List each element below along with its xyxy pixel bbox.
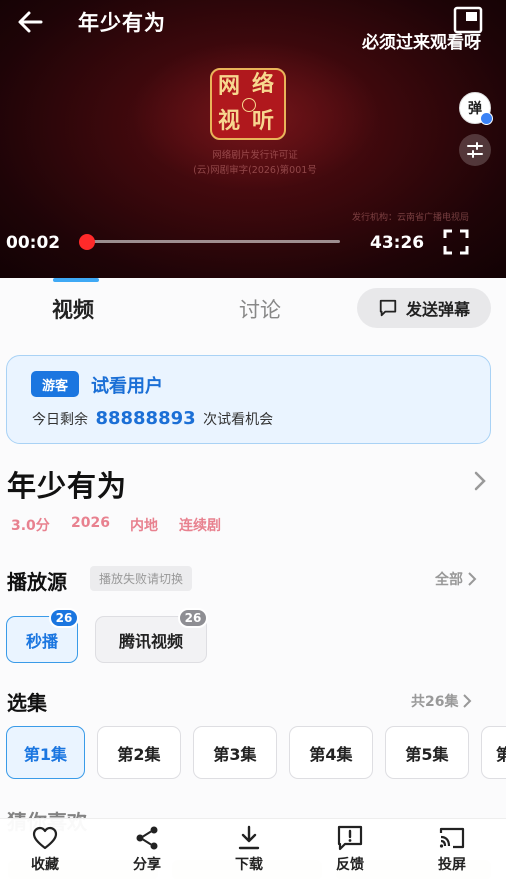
feedback-icon <box>337 825 363 851</box>
total-time: 43:26 <box>370 233 425 253</box>
show-year: 2026 <box>71 515 110 531</box>
source-episode-count-badge: 26 <box>178 608 208 628</box>
episodes-total-link[interactable]: 共26集 <box>411 691 472 711</box>
episode-5[interactable]: 第5集 <box>385 726 469 779</box>
chevron-right-icon <box>463 694 472 708</box>
cast-icon <box>439 827 465 849</box>
cast-button[interactable]: 投屏 <box>422 824 482 874</box>
share-icon <box>136 826 158 850</box>
producer-text: 发行机构：云南省广播电视局 <box>352 213 470 223</box>
comment-icon <box>379 299 397 317</box>
trial-remaining: 今日剩余 88888893 次试看机会 <box>32 408 274 429</box>
download-button[interactable]: 下载 <box>219 824 279 874</box>
logo-play-icon <box>242 98 256 112</box>
network-av-logo: 网 络 视 听 <box>210 68 286 140</box>
guest-title: 试看用户 <box>91 376 163 397</box>
progress-bar[interactable] <box>88 240 340 243</box>
video-title: 年少有为 <box>78 11 166 35</box>
sources-title: 播放源 <box>7 570 67 594</box>
download-icon <box>238 825 260 850</box>
sliders-icon <box>467 142 483 158</box>
tab-video[interactable]: 视频 <box>52 294 94 324</box>
show-title[interactable]: 年少有为 <box>7 463 127 505</box>
show-rating: 3.0分 <box>11 518 50 534</box>
switch-tip: 播放失败请切换 <box>90 566 193 591</box>
favorite-button[interactable]: 收藏 <box>15 824 75 874</box>
license-text: 网络剧片发行许可证 (云)网剧审字(2026)第001号 <box>193 150 317 176</box>
send-danmu-button[interactable]: 发送弹幕 <box>357 288 491 328</box>
danmu-comment: 必须过来观看呀 <box>362 33 481 53</box>
danmu-settings-button[interactable] <box>459 134 491 166</box>
feedback-button[interactable]: 反馈 <box>320 824 380 874</box>
back-arrow-icon[interactable] <box>14 6 46 38</box>
trial-count: 88888893 <box>95 408 196 429</box>
current-time: 00:02 <box>6 233 61 253</box>
sources-all-link[interactable]: 全部 <box>435 569 477 589</box>
show-region: 内地 <box>130 518 158 534</box>
tab-discuss[interactable]: 讨论 <box>239 294 281 324</box>
danmu-toggle-button[interactable]: 弹 <box>459 92 493 125</box>
show-genre: 连续剧 <box>179 518 221 534</box>
episodes-title: 选集 <box>7 691 47 715</box>
fullscreen-icon[interactable] <box>442 228 470 256</box>
tab-active-indicator <box>53 278 99 282</box>
guest-badge: 游客 <box>31 371 79 397</box>
chevron-right-icon[interactable] <box>472 470 488 492</box>
progress-thumb[interactable] <box>79 234 95 250</box>
chevron-right-icon <box>468 572 477 586</box>
episode-1[interactable]: 第1集 <box>6 726 85 779</box>
share-button[interactable]: 分享 <box>117 824 177 874</box>
guest-trial-card <box>6 355 491 444</box>
heart-icon <box>32 826 58 850</box>
source-episode-count-badge: 26 <box>49 608 79 628</box>
episode-4[interactable]: 第4集 <box>289 726 373 779</box>
danmu-on-check-icon <box>480 112 493 125</box>
episode-6-partial[interactable]: 第 <box>481 726 506 779</box>
episode-3[interactable]: 第3集 <box>193 726 277 779</box>
episode-2[interactable]: 第2集 <box>97 726 181 779</box>
